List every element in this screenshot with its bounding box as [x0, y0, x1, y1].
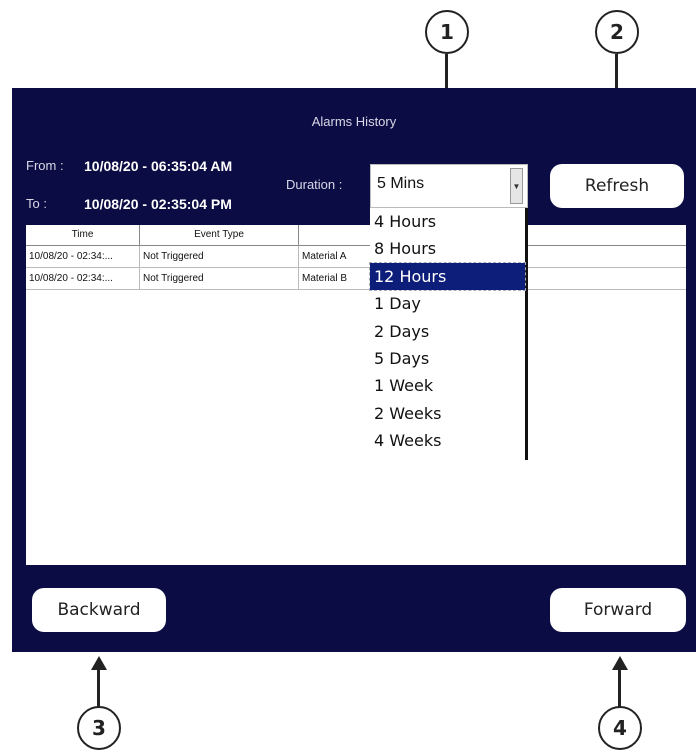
duration-option[interactable]: 1 Day [370, 290, 525, 317]
duration-select[interactable]: 5 Mins ▼ [370, 164, 528, 208]
cell-event-type: Not Triggered [140, 246, 299, 267]
duration-option[interactable]: 5 Days [370, 345, 525, 372]
table-header: Time Event Type [26, 225, 686, 246]
forward-button[interactable]: Forward [550, 588, 686, 632]
from-label: From : [26, 158, 64, 173]
column-header-time[interactable]: Time [26, 225, 140, 245]
to-label: To : [26, 196, 47, 211]
window-title: Alarms History [311, 114, 397, 129]
cell-time: 10/08/20 - 02:34:... [26, 268, 140, 289]
refresh-button[interactable]: Refresh [550, 164, 684, 208]
callout-3: 3 [77, 706, 121, 750]
alarms-history-panel: Alarms History From : 10/08/20 - 06:35:0… [12, 88, 696, 652]
duration-option-highlighted[interactable]: 12 Hours [369, 261, 526, 292]
duration-options-list: 4 Hours 8 Hours 12 Hours 1 Day 2 Days 5 … [369, 208, 528, 460]
table-row[interactable]: 10/08/20 - 02:34:... Not Triggered Mater… [26, 268, 686, 290]
cell-time: 10/08/20 - 02:34:... [26, 246, 140, 267]
duration-option[interactable]: 2 Weeks [370, 400, 525, 427]
callout-4: 4 [598, 706, 642, 750]
from-value: 10/08/20 - 06:35:04 AM [84, 158, 233, 174]
cell-event-type: Not Triggered [140, 268, 299, 289]
duration-option[interactable]: 1 Week [370, 372, 525, 399]
backward-button[interactable]: Backward [32, 588, 166, 632]
duration-option[interactable]: 8 Hours [370, 235, 525, 262]
callout-2: 2 [595, 10, 639, 54]
table-row[interactable]: 10/08/20 - 02:34:... Not Triggered Mater… [26, 246, 686, 268]
callout-1: 1 [425, 10, 469, 54]
alarms-table: Time Event Type 10/08/20 - 02:34:... Not… [26, 225, 686, 565]
duration-selected-value: 5 Mins [377, 175, 425, 192]
duration-option[interactable]: 4 Hours [370, 208, 525, 235]
duration-label: Duration : [286, 177, 343, 192]
column-header-event-type[interactable]: Event Type [140, 225, 299, 245]
duration-option[interactable]: 4 Weeks [370, 427, 525, 454]
duration-option[interactable]: 2 Days [370, 318, 525, 345]
callout-4-arrow [618, 668, 621, 708]
callout-3-arrow [97, 668, 100, 708]
to-value: 10/08/20 - 02:35:04 PM [84, 196, 232, 212]
chevron-down-icon[interactable]: ▼ [510, 168, 523, 204]
